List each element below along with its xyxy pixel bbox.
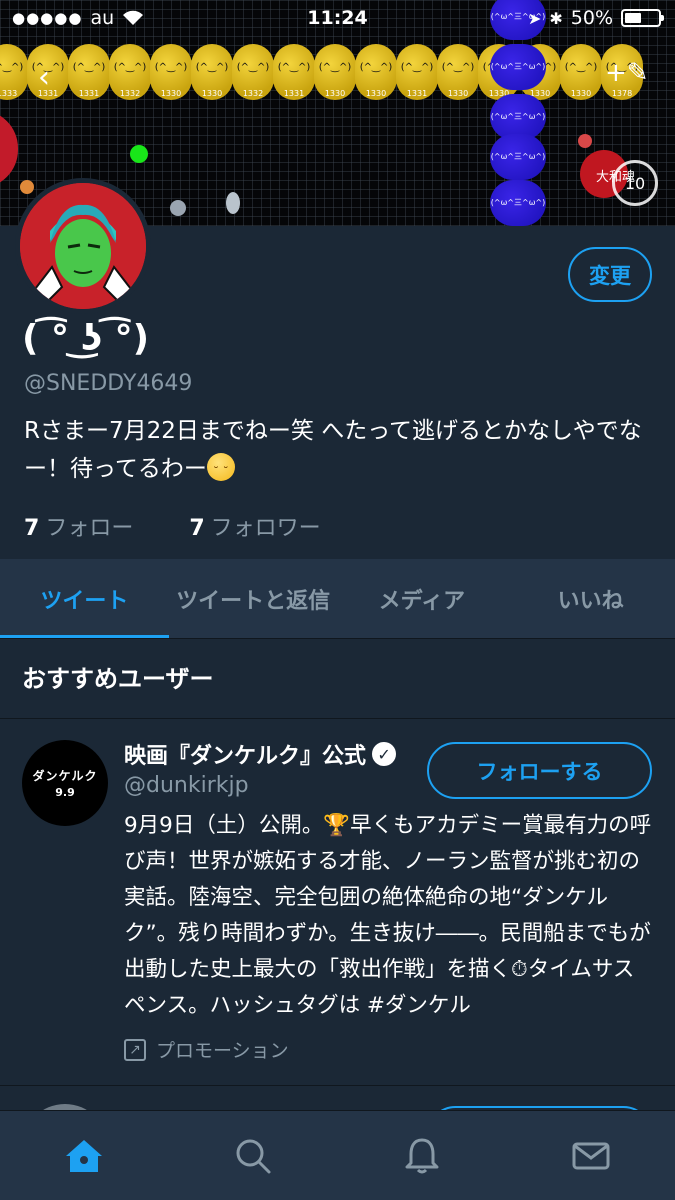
- snake-coin: 1330: [150, 44, 192, 100]
- snake-coin-score: 1330: [365, 89, 387, 98]
- snake-coin-score: 1378: [611, 89, 633, 98]
- followers-stat[interactable]: 7 フォロワー: [189, 510, 320, 542]
- home-icon: [66, 1139, 103, 1172]
- followers-count: 7: [189, 516, 205, 541]
- followers-label: フォロワー: [210, 516, 321, 541]
- snake-coin: 1333: [0, 44, 28, 100]
- profile-bio: Rさまー7月22日までねー笑 へたって逃げるとかなしやでなー！待ってるわー: [24, 412, 654, 491]
- snake-segment: (^ω^三^ω^): [490, 134, 546, 180]
- profile-display-name: ( ͡° ͜ʖ ͡°): [22, 318, 150, 359]
- recommended-section-title: おすすめユーザー: [22, 665, 214, 693]
- search-icon: [236, 1139, 271, 1173]
- banner-dot: [20, 180, 34, 194]
- snake-segment: (^ω^三^ω^): [490, 44, 546, 90]
- following-label: フォロー: [45, 516, 134, 541]
- snake-coin: 1332: [109, 44, 151, 100]
- battery-icon: [621, 9, 664, 27]
- snake-coin-score: 1331: [78, 89, 100, 98]
- snake-coin: 1331: [273, 44, 315, 100]
- tab-likes[interactable]: いいね: [506, 559, 675, 638]
- avatar-text-line2: 9.9: [55, 786, 75, 799]
- recommended-user-handle: @dunkirkjp: [124, 773, 249, 798]
- snake-coin-score: 1330: [324, 89, 346, 98]
- nav-notifications[interactable]: [338, 1111, 507, 1200]
- snake-coin-score: 1330: [201, 89, 223, 98]
- profile-avatar[interactable]: [15, 178, 151, 314]
- snake-coin: 1331: [68, 44, 110, 100]
- snake-coin-score: 1332: [242, 89, 264, 98]
- banner-dot: [578, 134, 592, 148]
- following-stat[interactable]: 7 フォロー: [24, 510, 133, 542]
- promoted-label: ↗ プロモーション: [124, 1036, 289, 1063]
- bluetooth-icon: ✱: [549, 8, 563, 28]
- promoted-text: プロモーション: [156, 1040, 289, 1062]
- snake-coin: 1330: [191, 44, 233, 100]
- snake-coin-score: 1330: [570, 89, 592, 98]
- stopwatch-emoji-icon: ⏱: [511, 957, 528, 982]
- trophy-emoji-icon: 🏆: [323, 813, 351, 838]
- smirk-emoji-icon: [206, 453, 235, 491]
- verified-badge-icon: ✓: [372, 742, 397, 766]
- snake-coin: 1332: [232, 44, 274, 100]
- avatar-text-line1: ダンケルク: [32, 769, 98, 783]
- profile-handle: @SNEDDY4649: [24, 371, 193, 396]
- avatar-illustration: [20, 183, 146, 309]
- mail-icon: [572, 1142, 610, 1169]
- banner-red-snake: [0, 110, 18, 188]
- description-part: 9月9日（土）公開。: [124, 813, 324, 838]
- snake-coin-score: 1333: [0, 89, 18, 98]
- bottom-navigation: [0, 1110, 675, 1200]
- snake-coin-score: 1331: [406, 89, 428, 98]
- recommended-user-description: 9月9日（土）公開。🏆早くもアカデミー賞最有力の呼び声！世界が嫉妬する才能、ノー…: [124, 808, 654, 1024]
- profile-stats: 7 フォロー 7 フォロワー: [24, 510, 321, 542]
- snake-coin: 1330: [560, 44, 602, 100]
- tab-tweets[interactable]: ツイート: [0, 559, 169, 638]
- snake-coin: 1330: [355, 44, 397, 100]
- banner-dot: [226, 192, 240, 214]
- snake-coin: 1330: [314, 44, 356, 100]
- divider: [0, 1085, 675, 1086]
- following-count: 7: [24, 516, 40, 541]
- nav-home[interactable]: [0, 1111, 169, 1200]
- snake-coin: 1331: [396, 44, 438, 100]
- nav-messages[interactable]: [506, 1111, 675, 1200]
- banner-dot: [170, 200, 186, 216]
- profile-tabs: ツイート ツイートと返信 メディア いいね: [0, 559, 675, 639]
- banner-counter: 10: [612, 160, 658, 206]
- status-bar: ●●●●● au 11:24 ➤ ✱ 50%: [0, 0, 675, 36]
- profile-bio-text: Rさまー7月22日までねー笑 へたって逃げるとかなしやでなー！待ってるわー: [24, 418, 642, 482]
- battery-percent: 50%: [570, 7, 613, 29]
- back-chevron-icon[interactable]: ‹: [38, 60, 50, 95]
- snake-coin-score: 1330: [160, 89, 182, 98]
- snake-coin-score: 1332: [119, 89, 141, 98]
- snake-coin-score: 1330: [447, 89, 469, 98]
- bell-icon: [405, 1138, 439, 1173]
- tab-media[interactable]: メディア: [338, 559, 507, 638]
- location-icon: ➤: [527, 8, 542, 28]
- compose-feather-icon[interactable]: +✎: [605, 58, 649, 88]
- snake-coin: 1330: [437, 44, 479, 100]
- nav-search[interactable]: [169, 1111, 338, 1200]
- promoted-arrow-icon: ↗: [124, 1038, 146, 1061]
- snake-coin-score: 1331: [283, 89, 305, 98]
- recommended-user-name[interactable]: 映画『ダンケルク』公式 ✓: [124, 738, 397, 770]
- follow-button[interactable]: フォローする: [427, 742, 652, 799]
- tab-tweets-and-replies[interactable]: ツイートと返信: [169, 559, 338, 638]
- snake-segment: (^ω^三^ω^): [490, 180, 546, 226]
- divider: [0, 718, 675, 719]
- recommended-user-name-text: 映画『ダンケルク』公式: [124, 744, 367, 769]
- edit-profile-button[interactable]: 変更: [568, 247, 652, 302]
- banner-dot: [130, 145, 148, 163]
- recommended-user-avatar[interactable]: ダンケルク 9.9: [22, 740, 108, 826]
